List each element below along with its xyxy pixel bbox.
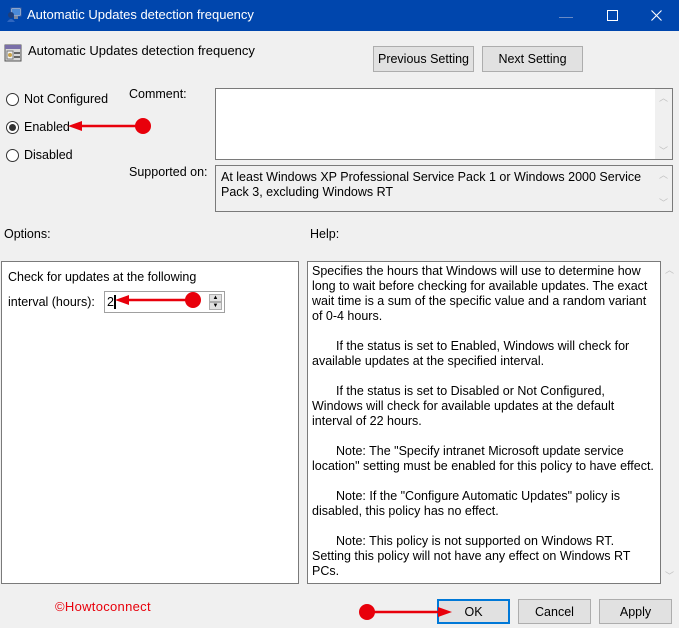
help-paragraph: If the status is set to Disabled or Not … [312, 384, 615, 428]
interval-label: interval (hours): [8, 295, 95, 309]
radio-circle[interactable] [6, 148, 19, 162]
supported-on-label: Supported on: [129, 165, 208, 179]
comment-scrollbar[interactable]: ︿ ﹀ [655, 89, 672, 159]
scroll-up-icon[interactable]: ︿ [655, 166, 672, 183]
help-paragraph: Note: This policy is not supported on Wi… [312, 534, 631, 578]
help-scrollbar[interactable]: ︿ ﹀ [661, 261, 678, 584]
policy-editor-icon [7, 7, 22, 22]
help-paragraph: Specifies the hours that Windows will us… [312, 264, 648, 323]
radio-selected-dot [9, 123, 16, 131]
title-bar[interactable]: Automatic Updates detection frequency — [0, 0, 679, 31]
help-panel: Specifies the hours that Windows will us… [307, 261, 661, 584]
previous-setting-button[interactable]: Previous Setting [373, 46, 474, 72]
comment-label: Comment: [129, 87, 187, 101]
radio-circle-selected[interactable] [6, 120, 19, 134]
interval-description: Check for updates at the following [8, 270, 197, 284]
minimize-button[interactable]: — [543, 0, 589, 31]
help-paragraph: Note: The "Specify intranet Microsoft up… [312, 444, 654, 473]
apply-button[interactable]: Apply [599, 599, 672, 624]
radio-label: Enabled [24, 120, 70, 134]
spin-buttons: ▲ ▼ [209, 294, 222, 310]
help-label: Help: [310, 227, 340, 241]
cancel-button[interactable]: Cancel [518, 599, 591, 624]
scroll-up-icon[interactable]: ︿ [655, 89, 672, 106]
supported-scrollbar[interactable]: ︿ ﹀ [655, 166, 672, 211]
window-title: Automatic Updates detection frequency [27, 7, 254, 22]
interval-input[interactable] [107, 294, 202, 310]
radio-label: Disabled [24, 148, 73, 162]
spin-down-icon[interactable]: ▼ [209, 302, 222, 310]
minimize-icon: — [559, 7, 573, 24]
policy-title: Automatic Updates detection frequency [28, 43, 255, 58]
close-button[interactable] [633, 0, 679, 31]
scroll-down-icon[interactable]: ﹀ [661, 567, 678, 584]
radio-enabled[interactable]: Enabled [6, 118, 70, 136]
spin-up-icon[interactable]: ▲ [209, 294, 222, 302]
radio-not-configured[interactable]: Not Configured [6, 90, 108, 108]
scroll-down-icon[interactable]: ﹀ [655, 194, 672, 211]
radio-label: Not Configured [24, 92, 109, 106]
options-panel: Check for updates at the following inter… [1, 261, 299, 584]
help-paragraph: Note: If the "Configure Automatic Update… [312, 489, 621, 518]
maximize-button[interactable] [589, 0, 635, 31]
help-paragraph: If the status is set to Enabled, Windows… [312, 339, 630, 368]
radio-disabled[interactable]: Disabled [6, 146, 73, 164]
watermark: ©Howtoconnect [55, 599, 151, 614]
annotation-arrow-enabled [68, 118, 151, 134]
radio-circle[interactable] [6, 92, 19, 106]
comment-textarea[interactable]: ︿ ﹀ [215, 88, 673, 160]
maximize-icon [606, 10, 618, 21]
close-icon [650, 10, 662, 21]
help-text: Specifies the hours that Windows will us… [312, 264, 656, 594]
options-label: Options: [4, 227, 51, 241]
scroll-down-icon[interactable]: ﹀ [655, 142, 672, 159]
supported-on-text: At least Windows XP Professional Service… [221, 170, 642, 199]
ok-button[interactable]: OK [437, 599, 510, 624]
next-setting-button[interactable]: Next Setting [482, 46, 583, 72]
interval-spinbox[interactable]: ▲ ▼ [104, 291, 225, 313]
text-caret [114, 295, 116, 309]
supported-on-box: At least Windows XP Professional Service… [215, 165, 673, 212]
policy-setting-icon [4, 44, 22, 62]
scroll-up-icon[interactable]: ︿ [661, 261, 678, 278]
